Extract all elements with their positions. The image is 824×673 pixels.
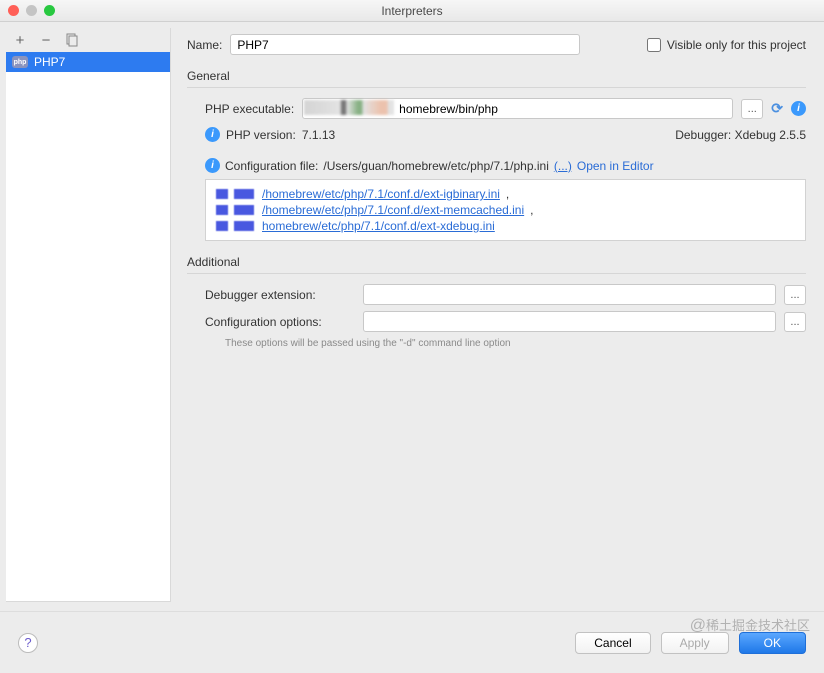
content-panel: Name: Visible only for this project Gene… (171, 22, 824, 602)
conf-file-item[interactable]: homebrew/etc/php/7.1/conf.d/ext-xdebug.i… (216, 218, 795, 234)
conf-file-value: /Users/guan/homebrew/etc/php/7.1/php.ini (323, 159, 548, 173)
conf-file-link[interactable]: /homebrew/etc/php/7.1/conf.d/ext-memcach… (262, 203, 524, 217)
sidebar: + − php PHP7 (6, 28, 171, 602)
version-value: 7.1.13 (302, 128, 335, 142)
version-label: PHP version: (226, 128, 296, 142)
copy-button[interactable] (64, 32, 80, 48)
redacted-block (216, 205, 256, 215)
debugger-ext-label: Debugger extension: (205, 288, 355, 302)
info-icon: i (205, 158, 220, 173)
browse-button[interactable]: ... (784, 285, 806, 305)
conf-file-label: Configuration file: (225, 159, 318, 173)
dialog-footer: ? Cancel Apply OK (0, 611, 824, 673)
add-button[interactable]: + (12, 32, 28, 48)
redacted-block (216, 189, 256, 199)
conf-more-link[interactable]: (...) (554, 159, 572, 173)
conf-opts-hint: These options will be passed using the "… (225, 338, 806, 349)
browse-button[interactable]: ... (784, 312, 806, 332)
open-in-editor-link[interactable]: Open in Editor (577, 159, 654, 173)
conf-file-link[interactable]: /homebrew/etc/php/7.1/conf.d/ext-igbinar… (262, 187, 500, 201)
conf-files-box: /homebrew/etc/php/7.1/conf.d/ext-igbinar… (205, 179, 806, 241)
debugger-value: Xdebug 2.5.5 (735, 128, 806, 142)
redacted-block (304, 100, 394, 115)
remove-button[interactable]: − (38, 32, 54, 48)
visible-only-label: Visible only for this project (667, 38, 806, 52)
name-label: Name: (187, 38, 222, 52)
window-title: Interpreters (0, 4, 824, 18)
debugger-label: Debugger: (675, 128, 731, 142)
ok-button[interactable]: OK (739, 632, 806, 654)
help-button[interactable]: ? (18, 633, 38, 653)
cancel-button[interactable]: Cancel (575, 632, 650, 654)
titlebar: Interpreters (0, 0, 824, 22)
list-item[interactable]: php PHP7 (6, 52, 170, 72)
debugger-ext-input[interactable] (363, 284, 776, 305)
php-icon: php (12, 56, 28, 68)
apply-button[interactable]: Apply (661, 632, 729, 654)
browse-button[interactable]: ... (741, 99, 763, 119)
redacted-block (216, 221, 256, 231)
visible-only-checkbox[interactable] (647, 38, 661, 52)
additional-section-title: Additional (187, 255, 806, 269)
conf-opts-label: Configuration options: (205, 315, 355, 329)
sidebar-toolbar: + − (6, 28, 170, 52)
info-icon[interactable]: i (791, 101, 806, 116)
interpreter-list: php PHP7 (6, 52, 170, 601)
exec-label: PHP executable: (205, 102, 294, 116)
conf-file-item[interactable]: /homebrew/etc/php/7.1/conf.d/ext-memcach… (216, 202, 795, 218)
name-input[interactable] (230, 34, 580, 55)
conf-file-item[interactable]: /homebrew/etc/php/7.1/conf.d/ext-igbinar… (216, 186, 795, 202)
conf-file-link[interactable]: homebrew/etc/php/7.1/conf.d/ext-xdebug.i… (262, 219, 495, 233)
list-item-label: PHP7 (34, 55, 65, 69)
general-section-title: General (187, 69, 806, 83)
refresh-icon[interactable]: ⟳ (771, 100, 783, 117)
conf-opts-input[interactable] (363, 311, 776, 332)
info-icon: i (205, 127, 220, 142)
